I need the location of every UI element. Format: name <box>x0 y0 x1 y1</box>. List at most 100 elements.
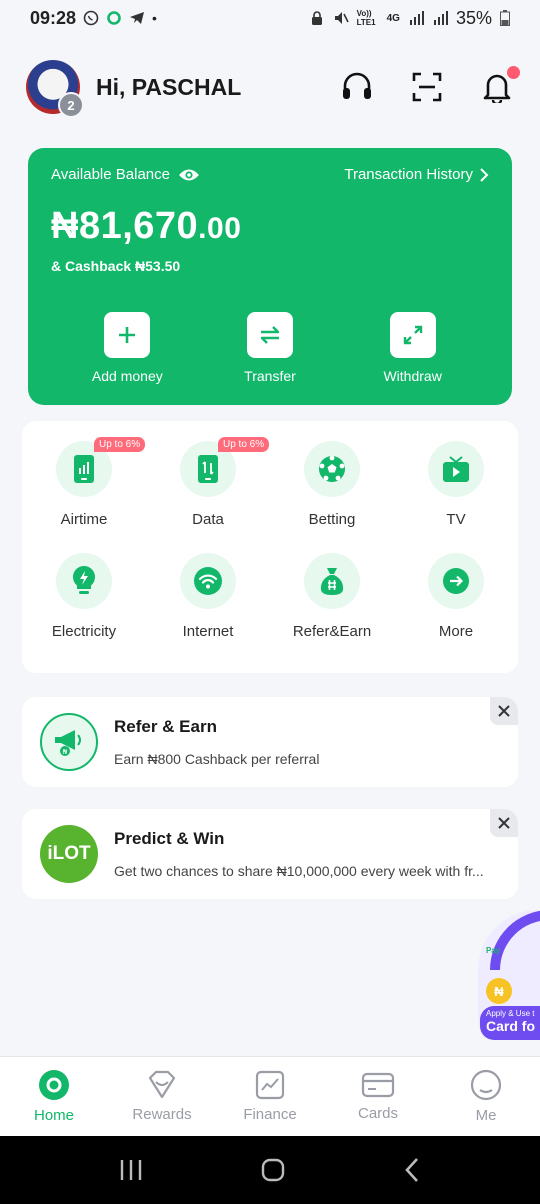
greeting-text: Hi, PASCHAL <box>96 73 242 100</box>
whatsapp-icon <box>83 10 99 26</box>
service-more[interactable]: More <box>394 553 518 665</box>
nav-label: Rewards <box>132 1106 192 1123</box>
promo-subtitle: Get two chances to share ₦10,000,000 eve… <box>114 863 484 879</box>
nav-rewards[interactable]: Rewards <box>117 1070 207 1123</box>
avatar[interactable]: 2 <box>26 60 84 118</box>
card-ad-big-text: Card fo <box>486 1018 535 1034</box>
expand-arrows-icon <box>403 325 422 345</box>
promo-title: Refer & Earn <box>114 717 217 736</box>
opay-ad-brand: Pay <box>486 946 501 955</box>
close-icon <box>498 817 510 829</box>
ilot-logo: iLOT <box>40 825 98 883</box>
nav-label: Home <box>33 1107 74 1124</box>
opay-status-icon <box>107 11 121 25</box>
avatar-level-badge: 2 <box>58 92 84 118</box>
promo-tag: Up to 6% <box>94 437 146 452</box>
home-icon <box>39 1070 69 1100</box>
status-time: 09:28 <box>30 7 77 28</box>
service-label: Internet <box>182 623 234 640</box>
transfer-label: Transfer <box>244 368 296 384</box>
profile-icon <box>470 1069 502 1101</box>
service-refer-earn[interactable]: Refer&Earn <box>270 553 394 665</box>
service-data[interactable]: Up to 6% Data <box>146 437 270 553</box>
svg-text:₦: ₦ <box>63 748 68 756</box>
arrow-right-icon <box>443 568 469 594</box>
battery-icon <box>500 10 510 26</box>
service-internet[interactable]: Internet <box>146 553 270 665</box>
predict-win-card[interactable]: iLOT Predict & Win Get two chances to sh… <box>22 809 518 899</box>
nav-cards[interactable]: Cards <box>333 1071 423 1122</box>
promo-subtitle: Earn ₦800 Cashback per referral <box>114 751 320 767</box>
phone-signal-icon <box>74 455 94 483</box>
money-bag-icon <box>320 568 344 595</box>
scan-button[interactable] <box>410 70 444 104</box>
system-navigation-bar <box>0 1136 540 1204</box>
card-ad-cta: Apply & Use t Card fo <box>480 1006 540 1040</box>
refer-earn-card[interactable]: ₦ Refer & Earn Earn ₦800 Cashback per re… <box>22 697 518 787</box>
phone-data-icon <box>198 455 218 483</box>
transaction-history-link[interactable]: Transaction History <box>344 166 489 183</box>
service-betting[interactable]: Betting <box>270 441 394 553</box>
withdraw-label: Withdraw <box>383 368 442 384</box>
add-money-label: Add money <box>91 368 163 384</box>
finance-chart-icon <box>255 1070 285 1100</box>
network-label: 4G <box>386 12 400 24</box>
service-label: TV <box>446 511 466 528</box>
service-label: Data <box>192 511 224 528</box>
service-label: Electricity <box>51 623 117 640</box>
card-ad-small-text: Apply & Use t <box>486 1009 535 1018</box>
add-money-button[interactable]: Add money <box>72 312 182 384</box>
nav-finance[interactable]: Finance <box>225 1070 315 1123</box>
chevron-right-icon <box>480 167 489 182</box>
battery-percent: 35% <box>455 7 492 28</box>
header: 2 Hi, PASCHAL <box>0 56 540 118</box>
status-bar: 09:28 • Vo)) LTE1 4G 35% <box>0 0 540 36</box>
service-tv[interactable]: TV <box>394 441 518 553</box>
close-promo-button[interactable] <box>490 809 518 837</box>
soccer-ball-icon <box>319 455 345 482</box>
nav-home[interactable]: Home <box>9 1069 99 1124</box>
balance-amount-main: ₦81,670 <box>51 205 199 247</box>
withdraw-button[interactable]: Withdraw <box>358 312 468 384</box>
nav-label: Cards <box>357 1105 398 1122</box>
lock-icon <box>311 11 322 25</box>
eye-icon[interactable] <box>178 167 200 183</box>
telegram-icon <box>130 12 145 24</box>
service-label: Airtime <box>60 511 108 528</box>
support-headset-button[interactable] <box>340 70 374 104</box>
cashback-text: & Cashback ₦53.50 <box>51 258 181 274</box>
recents-icon[interactable] <box>118 1158 144 1182</box>
service-label: Betting <box>308 511 356 528</box>
scan-icon <box>412 72 442 102</box>
signal-icon <box>409 11 424 25</box>
headset-icon <box>343 72 371 99</box>
megaphone-badge: ₦ <box>40 713 98 771</box>
signal-icon-2 <box>433 11 448 25</box>
service-label: Refer&Earn <box>292 623 372 640</box>
home-system-icon[interactable] <box>260 1157 286 1183</box>
nav-me[interactable]: Me <box>441 1069 531 1124</box>
notification-dot-icon: • <box>152 10 157 26</box>
naira-coin-icon: ₦ <box>486 978 512 1004</box>
bottom-navigation: Home Rewards Finance Cards Me <box>0 1056 540 1136</box>
close-promo-button[interactable] <box>490 697 518 725</box>
mute-icon <box>334 12 349 24</box>
service-electricity[interactable]: Electricity <box>22 553 146 665</box>
transfer-arrows-icon <box>260 326 280 344</box>
transaction-history-label: Transaction History <box>344 166 473 183</box>
lightbulb-icon <box>72 566 96 594</box>
promo-tag: Up to 6% <box>218 437 270 452</box>
promo-title: Predict & Win <box>114 829 225 848</box>
card-icon <box>361 1072 395 1098</box>
balance-amount-decimal: .00 <box>198 212 242 245</box>
balance-amount: ₦81,670.00 <box>51 205 489 248</box>
rewards-icon <box>148 1070 176 1099</box>
transfer-button[interactable]: Transfer <box>215 312 325 384</box>
floating-card-ad[interactable]: Pay ₦ Apply & Use t Card fo <box>478 910 540 1040</box>
notifications-button[interactable] <box>480 66 520 104</box>
megaphone-icon: ₦ <box>55 730 81 756</box>
service-airtime[interactable]: Up to 6% Airtime <box>22 437 146 553</box>
notification-badge <box>507 66 520 79</box>
tv-icon <box>443 456 469 482</box>
back-icon[interactable] <box>402 1157 422 1183</box>
